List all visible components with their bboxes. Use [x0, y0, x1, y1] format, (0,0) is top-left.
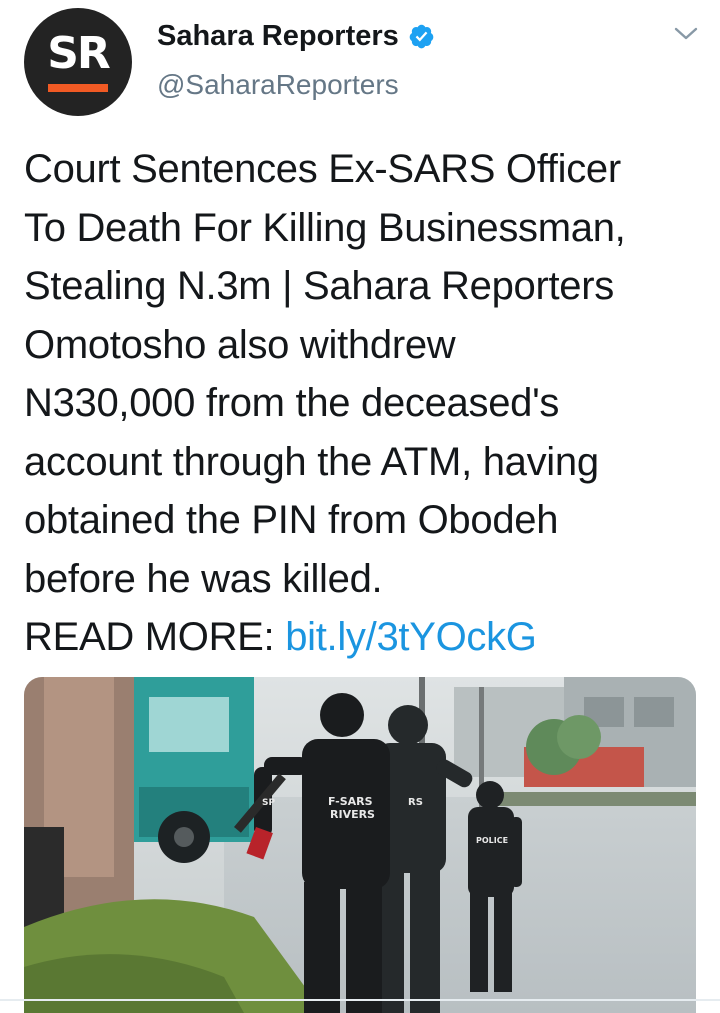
- author-name[interactable]: Sahara Reporters: [157, 20, 399, 53]
- avatar[interactable]: SR: [24, 8, 132, 116]
- author-name-row[interactable]: Sahara Reporters: [157, 20, 435, 53]
- verified-badge-icon: [409, 24, 434, 49]
- vest-label-line1: F-SARS: [328, 795, 373, 808]
- tweet-link[interactable]: bit.ly/3tYOckG: [285, 615, 537, 659]
- tweet-body: Court Sentences Ex-SARS Officer To Death…: [24, 147, 626, 601]
- sleeve-label-right: RS: [408, 797, 423, 808]
- police-officers-photo: F-SARS RIVERS SP RS POLICE: [24, 677, 696, 1013]
- tweet-card[interactable]: SR Sahara Reporters @SaharaReporters Cou…: [0, 0, 720, 1013]
- chevron-down-icon[interactable]: [672, 24, 700, 44]
- read-more-label: READ MORE:: [24, 615, 286, 659]
- avatar-accent-bar: [48, 84, 108, 92]
- back-label: POLICE: [476, 836, 508, 845]
- tweet-text: Court Sentences Ex-SARS Officer To Death…: [24, 140, 704, 667]
- read-more-line: READ MORE: bit.ly/3tYOckG: [24, 608, 704, 667]
- divider: [0, 999, 720, 1001]
- sleeve-label-left: SP: [262, 798, 275, 808]
- avatar-initials: SR: [47, 28, 111, 79]
- tweet-media-image[interactable]: F-SARS RIVERS SP RS POLICE: [24, 677, 696, 1013]
- vest-label-line2: RIVERS: [330, 808, 375, 821]
- author-handle[interactable]: @SaharaReporters: [157, 69, 399, 101]
